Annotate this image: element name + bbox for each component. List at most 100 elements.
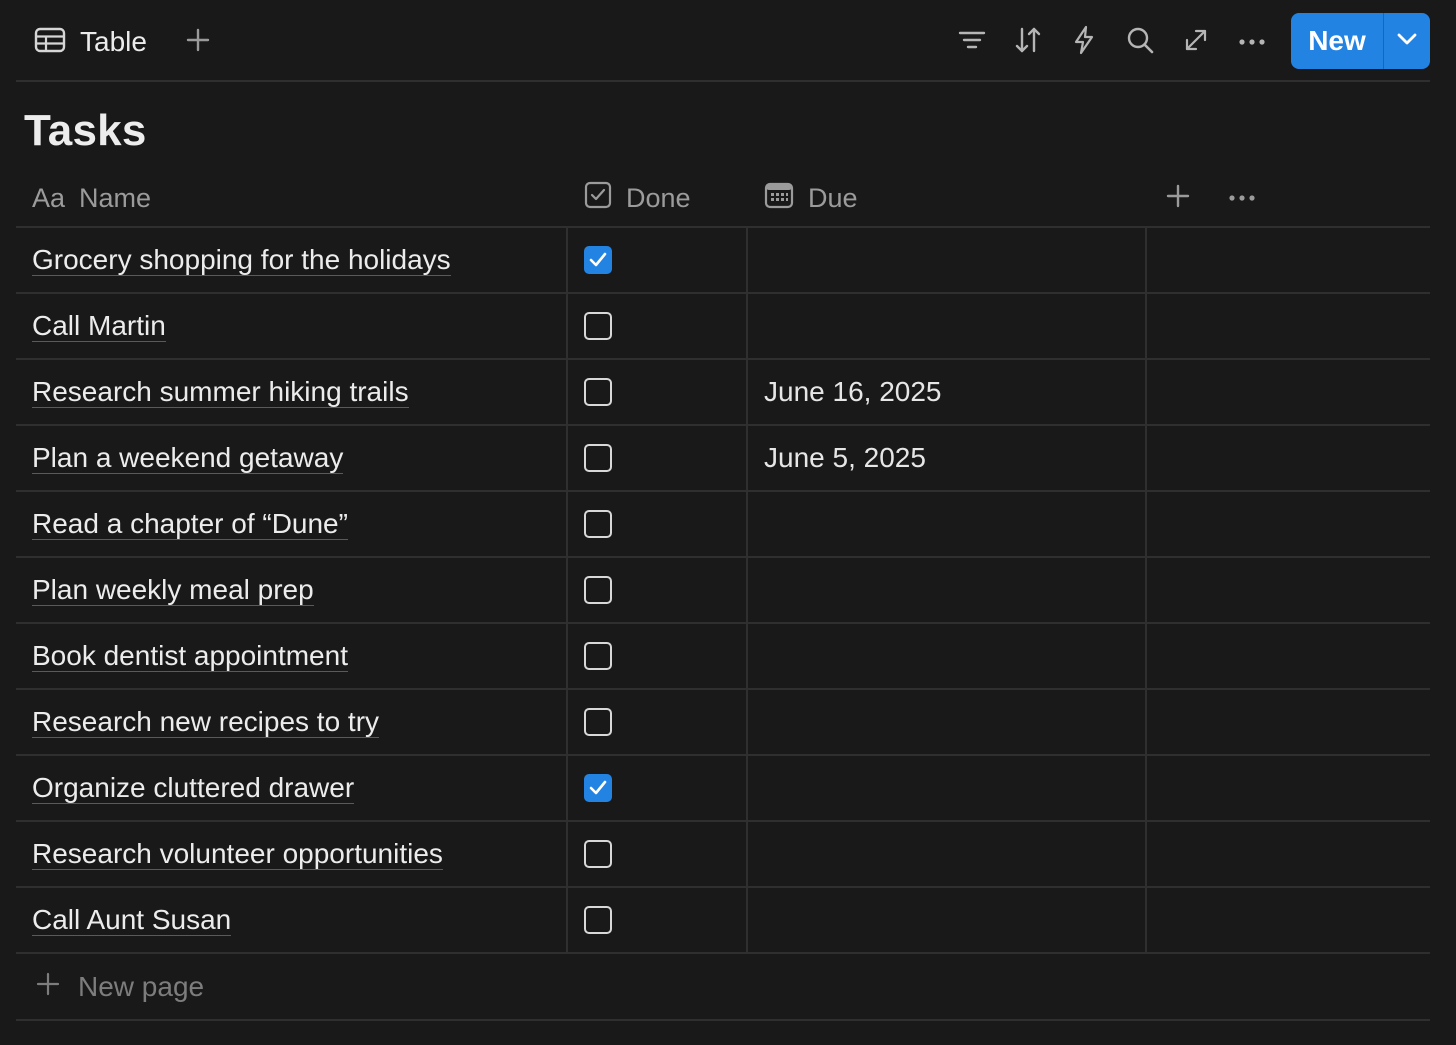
new-button[interactable]: New [1291,13,1384,69]
cell-empty[interactable] [1145,360,1430,424]
task-name[interactable]: Research summer hiking trails [32,376,409,408]
more-options-button[interactable] [1234,24,1270,60]
cell-name[interactable]: Grocery shopping for the holidays [16,228,566,292]
new-button-group: New [1291,13,1430,69]
cell-empty[interactable] [1145,558,1430,622]
automation-button[interactable] [1066,24,1102,60]
cell-done [566,294,746,358]
task-name[interactable]: Book dentist appointment [32,640,348,672]
cell-done [566,822,746,886]
cell-done [566,360,746,424]
done-checkbox[interactable] [584,774,612,802]
view-tab-table[interactable]: Table [34,22,147,62]
lightning-icon [1072,25,1096,60]
new-page-button[interactable]: New page [16,954,1430,1021]
cell-name[interactable]: Call Aunt Susan [16,888,566,952]
sort-button[interactable] [1010,24,1046,60]
table-row: Organize cluttered drawer [16,756,1430,822]
cell-done [566,492,746,556]
cell-due[interactable] [746,294,1145,358]
task-name[interactable]: Research volunteer opportunities [32,838,443,870]
cell-empty[interactable] [1145,426,1430,490]
cell-name[interactable]: Plan a weekend getaway [16,426,566,490]
cell-name[interactable]: Book dentist appointment [16,624,566,688]
cell-empty[interactable] [1145,228,1430,292]
header-more-button[interactable] [1224,182,1260,214]
done-checkbox[interactable] [584,444,612,472]
cell-empty[interactable] [1145,294,1430,358]
cell-name[interactable]: Organize cluttered drawer [16,756,566,820]
cell-name[interactable]: Read a chapter of “Dune” [16,492,566,556]
cell-due[interactable] [746,756,1145,820]
done-checkbox[interactable] [584,840,612,868]
add-property-button[interactable] [1162,182,1194,214]
table-row: Research new recipes to try [16,690,1430,756]
task-name[interactable]: Plan a weekend getaway [32,442,344,474]
expand-button[interactable] [1178,24,1214,60]
cell-name[interactable]: Plan weekly meal prep [16,558,566,622]
column-header-name[interactable]: Aa Name [32,170,151,226]
cell-name[interactable]: Call Martin [16,294,566,358]
task-name[interactable]: Plan weekly meal prep [32,574,314,606]
table-row: Plan a weekend getaway June 5, 2025 [16,426,1430,492]
cell-due[interactable] [746,558,1145,622]
done-checkbox[interactable] [584,246,612,274]
cell-empty[interactable] [1145,492,1430,556]
text-property-icon: Aa [32,182,66,213]
page-title[interactable]: Tasks [24,106,147,156]
cell-done [566,624,746,688]
cell-done [566,888,746,952]
cell-due[interactable] [746,822,1145,886]
calendar-icon [764,181,794,216]
cell-due[interactable] [746,624,1145,688]
done-checkbox[interactable] [584,906,612,934]
cell-done [566,228,746,292]
new-dropdown-button[interactable] [1384,13,1430,69]
task-name[interactable]: Organize cluttered drawer [32,772,355,804]
cell-due[interactable] [746,228,1145,292]
search-button[interactable] [1122,24,1158,60]
cell-empty[interactable] [1145,756,1430,820]
done-checkbox[interactable] [584,510,612,538]
cell-done [566,426,746,490]
cell-due[interactable]: June 5, 2025 [746,426,1145,490]
plus-icon [186,28,210,57]
cell-due[interactable] [746,690,1145,754]
task-name[interactable]: Read a chapter of “Dune” [32,508,348,540]
due-date: June 16, 2025 [764,376,942,407]
checkmark-icon [589,252,607,267]
cell-done [566,756,746,820]
table-row: Research volunteer opportunities [16,822,1430,888]
task-name[interactable]: Call Martin [32,310,166,342]
done-checkbox[interactable] [584,576,612,604]
cell-empty[interactable] [1145,624,1430,688]
done-checkbox[interactable] [584,708,612,736]
cell-due[interactable] [746,492,1145,556]
done-checkbox[interactable] [584,312,612,340]
cell-name[interactable]: Research summer hiking trails [16,360,566,424]
filter-button[interactable] [954,24,990,60]
cell-due[interactable] [746,888,1145,952]
checkmark-icon [589,780,607,795]
task-name[interactable]: Grocery shopping for the holidays [32,244,451,276]
cell-empty[interactable] [1145,888,1430,952]
column-header-label: Due [808,182,858,213]
task-name[interactable]: Research new recipes to try [32,706,380,738]
table-row: Call Aunt Susan [16,888,1430,954]
column-header-done[interactable]: Done [584,170,691,226]
sort-icon [1014,26,1042,59]
cell-empty[interactable] [1145,822,1430,886]
column-header-due[interactable]: Due [764,170,858,226]
table-row: Call Martin [16,294,1430,360]
add-view-button[interactable] [182,26,214,58]
chevron-down-icon [1396,32,1418,51]
done-checkbox[interactable] [584,378,612,406]
done-checkbox[interactable] [584,642,612,670]
cell-name[interactable]: Research volunteer opportunities [16,822,566,886]
task-name[interactable]: Call Aunt Susan [32,904,232,936]
search-icon [1126,26,1154,59]
cell-name[interactable]: Research new recipes to try [16,690,566,754]
column-header-label: Done [626,182,691,213]
cell-due[interactable]: June 16, 2025 [746,360,1145,424]
cell-empty[interactable] [1145,690,1430,754]
